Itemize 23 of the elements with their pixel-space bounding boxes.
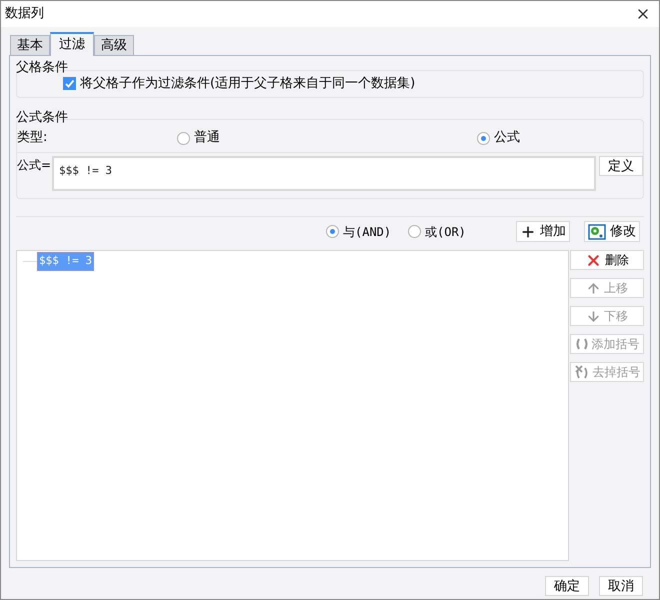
- radio-option[interactable]: 与(AND): [326, 222, 392, 240]
- dialog-button[interactable]: 取消: [599, 576, 643, 596]
- arrow-down-icon: [586, 308, 601, 324]
- tab[interactable]: 基本: [10, 35, 50, 55]
- toolbar-button[interactable]: 增加: [516, 221, 570, 242]
- radio-option[interactable]: 公式: [477, 128, 520, 148]
- section-title: 公式条件: [16, 108, 69, 126]
- remove-parentheses-icon: [574, 365, 590, 379]
- tab[interactable]: 过滤: [50, 32, 94, 56]
- dialog-button[interactable]: 确定: [545, 576, 589, 596]
- radio-option[interactable]: 普通: [177, 128, 220, 148]
- checkbox[interactable]: [63, 77, 76, 90]
- formula-field[interactable]: $$$ != 3: [52, 156, 596, 191]
- type-label: 类型:: [17, 129, 48, 148]
- tab[interactable]: 高级: [94, 35, 134, 55]
- define-button[interactable]: 定义: [599, 156, 643, 176]
- formula-label: 公式=: [17, 157, 51, 174]
- radio-option[interactable]: 或(OR): [408, 222, 466, 240]
- side-button[interactable]: 删除: [570, 250, 644, 270]
- plus-icon: [520, 224, 536, 240]
- window-title: 数据列: [5, 5, 44, 24]
- parentheses-icon: [574, 337, 588, 351]
- toolbar-button[interactable]: 修改: [584, 221, 640, 242]
